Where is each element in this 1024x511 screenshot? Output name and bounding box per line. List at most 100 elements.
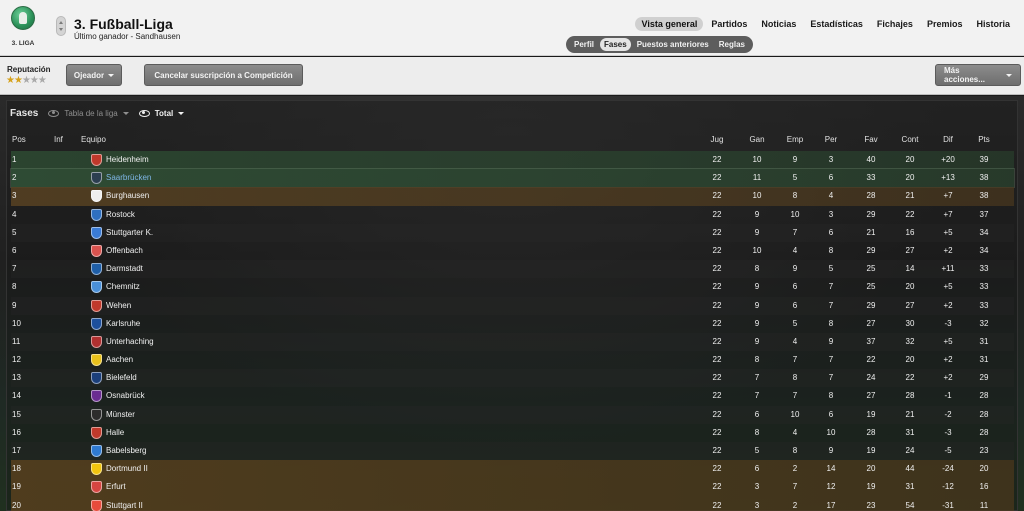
table-row[interactable]: 13 Bielefeld 22 7 8 7 24 22 +2 29 bbox=[11, 369, 1014, 388]
tab-partidos[interactable]: Partidos bbox=[705, 17, 753, 31]
view-total-toggle[interactable]: Total bbox=[138, 109, 185, 118]
table-row[interactable]: 1 Heidenheim 22 10 9 3 40 20 +20 39 bbox=[11, 151, 1014, 170]
club-badge-icon bbox=[91, 426, 102, 439]
chevron-down-icon bbox=[108, 73, 115, 77]
table-row[interactable]: 14 Osnabrück 22 7 7 8 27 28 -1 28 bbox=[11, 387, 1014, 405]
table-row[interactable]: 7 Darmstadt 22 8 9 5 25 14 +11 33 bbox=[11, 260, 1014, 279]
more-actions-button[interactable]: Más acciones... bbox=[935, 64, 1021, 86]
cell-gan: 11 bbox=[752, 173, 762, 183]
cell-pts: 20 bbox=[979, 464, 989, 474]
table-row[interactable]: 4 Rostock 22 9 10 3 29 22 +7 37 bbox=[11, 206, 1014, 224]
col-emp[interactable]: Emp bbox=[775, 135, 815, 144]
team-name-link[interactable]: Dortmund II bbox=[106, 464, 148, 473]
cell-per: 9 bbox=[828, 446, 834, 455]
cell-emp: 10 bbox=[790, 409, 800, 419]
team-name-link[interactable]: Bielefeld bbox=[106, 373, 137, 382]
cell-cont: 24 bbox=[905, 446, 915, 455]
cell-emp: 10 bbox=[790, 209, 800, 219]
team-name-link[interactable]: Babelsberg bbox=[106, 446, 146, 455]
team-name-link[interactable]: Rostock bbox=[106, 210, 135, 219]
cell-cont: 22 bbox=[905, 373, 915, 383]
more-actions-label: Más acciones... bbox=[944, 66, 985, 84]
table-row[interactable]: 6 Offenbach 22 10 4 8 29 27 +2 34 bbox=[11, 242, 1014, 260]
team-name-link[interactable]: Aachen bbox=[106, 355, 133, 364]
cell-per: 9 bbox=[828, 336, 834, 346]
subtab-fases[interactable]: Fases bbox=[600, 38, 631, 51]
team-name-link[interactable]: Münster bbox=[106, 410, 135, 419]
table-row[interactable]: 8 Chemnitz 22 9 6 7 25 20 +5 33 bbox=[11, 278, 1014, 296]
tab-noticias[interactable]: Noticias bbox=[755, 17, 802, 31]
team-name-link[interactable]: Erfurt bbox=[106, 482, 126, 491]
cell-fav: 19 bbox=[866, 409, 876, 419]
club-badge-icon bbox=[91, 317, 102, 330]
col-gan[interactable]: Gan bbox=[737, 135, 777, 144]
team-name-link[interactable]: Burghausen bbox=[106, 191, 149, 200]
team-name-link[interactable]: Chemnitz bbox=[106, 282, 140, 291]
cell-gan: 9 bbox=[754, 300, 760, 310]
tab-vista-general[interactable]: Vista general bbox=[635, 17, 704, 31]
table-row[interactable]: 17 Babelsberg 22 5 8 9 19 24 -5 23 bbox=[11, 442, 1014, 461]
table-row[interactable]: 2 Saarbrücken 22 11 5 6 33 20 +13 38 bbox=[10, 168, 1015, 189]
tab-estadisticas[interactable]: Estadísticas bbox=[804, 17, 869, 31]
col-jug[interactable]: Jug bbox=[697, 135, 737, 144]
table-row[interactable]: 15 Münster 22 6 10 6 19 21 -2 28 bbox=[11, 405, 1014, 424]
cell-pos: 11 bbox=[12, 336, 21, 346]
cell-gan: 10 bbox=[752, 245, 762, 255]
view-league-table-toggle[interactable]: Tabla de la liga bbox=[48, 109, 129, 118]
table-row[interactable]: 19 Erfurt 22 3 7 12 19 31 -12 16 bbox=[11, 478, 1014, 497]
tab-fichajes[interactable]: Fichajes bbox=[871, 17, 919, 31]
team-name-link[interactable]: Unterhaching bbox=[106, 337, 154, 346]
cell-pts: 39 bbox=[979, 155, 989, 164]
table-row[interactable]: 16 Halle 22 8 4 10 28 31 -3 28 bbox=[11, 424, 1014, 442]
cell-pos: 2 bbox=[12, 173, 17, 183]
subtab-puestos-anteriores[interactable]: Puestos anteriores bbox=[633, 38, 713, 51]
team-name-link[interactable]: Halle bbox=[106, 428, 124, 437]
col-fav[interactable]: Fav bbox=[851, 135, 891, 144]
col-inf[interactable]: Inf bbox=[54, 135, 63, 144]
team-name-link[interactable]: Saarbrücken bbox=[106, 173, 151, 182]
tab-historia[interactable]: Historia bbox=[970, 17, 1016, 31]
table-row[interactable]: 5 Stuttgarter K. 22 9 7 6 21 16 +5 34 bbox=[11, 223, 1014, 242]
team-name-link[interactable]: Stuttgarter K. bbox=[106, 228, 153, 237]
cancel-subscription-label: Cancelar suscripción a Competición bbox=[154, 70, 293, 80]
table-row[interactable]: 18 Dortmund II 22 6 2 14 20 44 -24 20 bbox=[11, 460, 1014, 479]
cell-pos: 16 bbox=[12, 427, 21, 437]
chevron-down-icon bbox=[178, 111, 185, 115]
team-name-link[interactable]: Darmstadt bbox=[106, 264, 143, 273]
club-badge-icon bbox=[91, 335, 102, 348]
cell-emp: 6 bbox=[792, 300, 798, 310]
col-pos[interactable]: Pos bbox=[12, 135, 26, 144]
team-name-link[interactable]: Heidenheim bbox=[106, 155, 149, 164]
team-name-link[interactable]: Osnabrück bbox=[106, 391, 145, 400]
table-row[interactable]: 3 Burghausen 22 10 8 4 28 21 +7 38 bbox=[11, 187, 1014, 206]
chevron-down-icon bbox=[1006, 73, 1012, 77]
subtab-perfil[interactable]: Perfil bbox=[570, 38, 598, 51]
subtab-reglas[interactable]: Reglas bbox=[715, 38, 749, 51]
table-row[interactable]: 20 Stuttgart II 22 3 2 17 23 54 -31 11 bbox=[11, 496, 1014, 511]
col-per[interactable]: Per bbox=[811, 135, 851, 144]
table-row[interactable]: 12 Aachen 22 8 7 7 22 20 +2 31 bbox=[11, 351, 1014, 369]
cell-jug: 22 bbox=[712, 191, 722, 201]
col-cont[interactable]: Cont bbox=[890, 135, 930, 144]
team-name-link[interactable]: Karlsruhe bbox=[106, 319, 140, 328]
col-team[interactable]: Equipo bbox=[81, 135, 106, 144]
cell-gan: 3 bbox=[754, 500, 760, 510]
col-dif[interactable]: Dif bbox=[928, 135, 968, 144]
team-name-link[interactable]: Offenbach bbox=[106, 246, 143, 255]
scout-button[interactable]: Ojeador bbox=[66, 64, 122, 86]
cancel-subscription-button[interactable]: Cancelar suscripción a Competición bbox=[144, 64, 303, 86]
competition-switch-icon[interactable] bbox=[56, 16, 66, 36]
cell-pos: 15 bbox=[12, 409, 21, 419]
table-row[interactable]: 10 Karlsruhe 22 9 5 8 27 30 -3 32 bbox=[11, 315, 1014, 333]
cell-dif: +2 bbox=[943, 300, 953, 310]
tab-premios[interactable]: Premios bbox=[921, 17, 969, 31]
table-row[interactable]: 9 Wehen 22 9 6 7 29 27 +2 33 bbox=[11, 296, 1014, 315]
col-pts[interactable]: Pts bbox=[964, 135, 1004, 144]
cell-per: 6 bbox=[828, 173, 834, 183]
cell-cont: 27 bbox=[905, 245, 915, 255]
team-name-link[interactable]: Wehen bbox=[106, 301, 131, 310]
cell-per: 6 bbox=[828, 227, 834, 237]
cell-per: 8 bbox=[828, 318, 834, 328]
table-row[interactable]: 11 Unterhaching 22 9 4 9 37 32 +5 31 bbox=[11, 332, 1014, 352]
team-name-link[interactable]: Stuttgart II bbox=[106, 501, 143, 510]
